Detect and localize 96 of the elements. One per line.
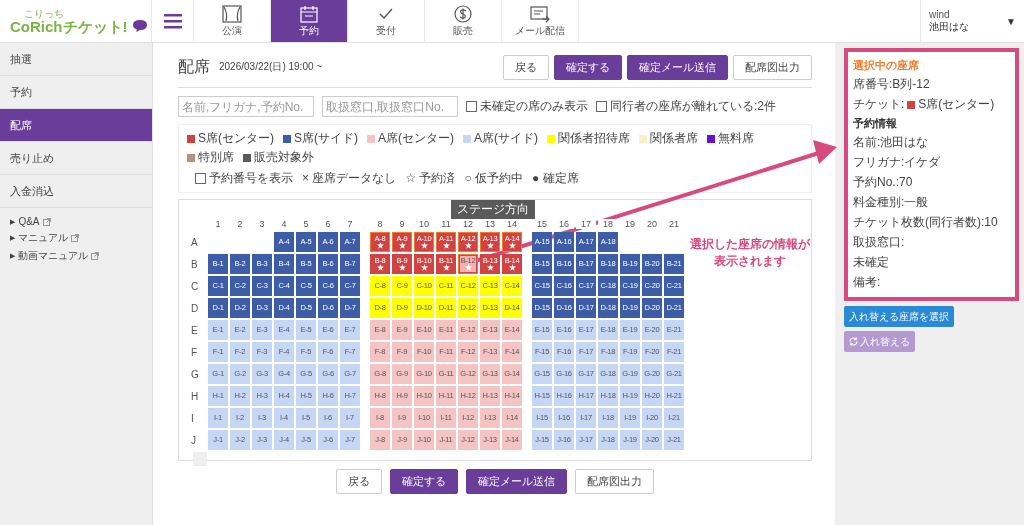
star-icon	[376, 264, 384, 272]
sidebar-item[interactable]: 抽選	[0, 43, 152, 76]
star-icon	[420, 264, 428, 272]
legend-label: 無料席	[718, 130, 754, 147]
action-button[interactable]: 配席図出力	[575, 469, 654, 494]
legend-label: 販売対象外	[254, 149, 314, 166]
page-title: 配席	[178, 56, 210, 77]
checkbox-label: 未確定の席のみ表示	[480, 98, 588, 115]
stage-label: ステージ方向	[451, 200, 535, 219]
external-link-icon	[42, 217, 51, 226]
action-button[interactable]: 確定メール送信	[627, 54, 728, 80]
checkbox-label: 同行者の座席が離れている:2件	[610, 98, 776, 115]
legend-label: 特別席	[198, 149, 234, 166]
row-letter: G	[191, 368, 200, 380]
detail-line: 席番号:B列-12	[853, 76, 931, 93]
user-name: 池田はな	[929, 19, 970, 34]
search-field[interactable]: 名前,フリガナ,予約No.	[178, 96, 314, 117]
detail-line: 予約No.:70	[853, 174, 914, 191]
sidebar-item[interactable]: 売り止め	[0, 142, 152, 175]
row-letter: F	[191, 346, 199, 358]
row-letter: J	[191, 434, 197, 446]
star-icon	[442, 264, 450, 272]
star-icon	[464, 242, 472, 250]
account-name: wind	[929, 8, 951, 20]
detail-line: 取扱窓口:	[853, 234, 906, 251]
star-icon	[508, 242, 516, 250]
nav-tab[interactable]: 予約	[271, 0, 348, 42]
help-link[interactable]: 動画マニュアル	[18, 249, 89, 263]
row-letter: A	[191, 236, 199, 248]
column-number: 18	[598, 219, 618, 229]
detail-line: 名前:池田はな	[853, 134, 930, 151]
sidebar-item[interactable]: 入金消込	[0, 175, 152, 208]
checkbox[interactable]	[596, 101, 607, 112]
star-icon	[398, 242, 406, 250]
checkbox[interactable]	[195, 173, 206, 184]
star-icon	[442, 242, 450, 250]
star-icon	[464, 264, 472, 272]
star-icon	[398, 264, 406, 272]
detail-line: フリガナ:イケダ	[853, 154, 942, 171]
curtain-icon	[222, 4, 242, 23]
star-icon	[508, 264, 516, 272]
sidebar-item[interactable]: 配席	[0, 109, 152, 142]
row-letter: C	[191, 280, 200, 292]
legend-label: S席(サイド)	[294, 130, 358, 147]
action-button[interactable]: 確定する	[554, 54, 622, 80]
action-button[interactable]: 配席図出力	[733, 54, 812, 80]
detail-label: チケット:	[853, 96, 905, 113]
legend-label: A席(センター)	[378, 130, 454, 147]
star-icon	[486, 242, 494, 250]
detail-line: チケット枚数(同行者数):10	[853, 214, 999, 231]
checkbox[interactable]	[466, 101, 477, 112]
logo-tagline: こりっち	[24, 8, 65, 19]
legend-label: S席(センター)	[198, 130, 274, 147]
caret-icon: ▼	[1006, 15, 1016, 27]
legend-symbol: ● 確定席	[532, 170, 579, 187]
detail-value: S席(センター)	[918, 96, 995, 113]
panel-title: 選択中の座席	[853, 58, 920, 73]
dollar-icon	[453, 4, 473, 23]
action-button[interactable]: 戻る	[503, 54, 549, 80]
search-field[interactable]: 取扱窓口,取扱窓口No.	[322, 96, 458, 117]
section-heading: 予約情報	[853, 116, 898, 131]
external-link-icon	[91, 252, 100, 260]
speech-bubble-icon	[130, 19, 149, 33]
star-icon	[376, 242, 384, 250]
legend-label: 関係者席	[650, 130, 698, 147]
mail-icon	[530, 4, 550, 23]
row-letter: E	[191, 324, 199, 336]
row-letter: I	[191, 412, 195, 424]
star-icon	[420, 242, 428, 250]
swap-icon	[849, 337, 858, 346]
detail-line: 備考:	[853, 274, 882, 291]
legend-symbol: × 座席データなし	[302, 170, 397, 187]
legend-symbol: ○ 仮予約中	[464, 170, 524, 187]
action-button[interactable]: 確定する	[390, 469, 458, 494]
calendar-icon	[299, 4, 319, 23]
user-menu[interactable]: wind 池田はな ▼	[920, 0, 1024, 42]
row-letter: B	[191, 258, 199, 270]
row-gutter	[193, 452, 207, 466]
legend-symbol: ☆ 予約済	[405, 170, 456, 187]
star-icon	[486, 264, 494, 272]
external-link-icon	[71, 234, 80, 242]
row-letter: D	[191, 302, 200, 314]
detail-line: 未確定	[853, 254, 890, 271]
detail-line: 料金種別:一般	[853, 194, 930, 211]
legend-label: 関係者招待席	[558, 130, 630, 147]
legend-label: A席(サイド)	[474, 130, 538, 147]
help-link[interactable]: Q&A	[18, 216, 40, 227]
checkbox-label: 予約番号を表示	[209, 170, 293, 187]
column-number: 17	[576, 219, 596, 229]
performance-datetime: 2026/03/22(日) 19:00 ~	[219, 60, 323, 74]
action-button[interactable]: 戻る	[336, 469, 382, 494]
help-link[interactable]: マニュアル	[18, 231, 69, 245]
row-letter: H	[191, 390, 200, 402]
action-button[interactable]: 確定メール送信	[466, 469, 567, 494]
annotation-text: 選択した座席の情報が 表示されます	[690, 236, 810, 270]
swap-button[interactable]: 入れ替える座席を選択	[844, 306, 954, 327]
